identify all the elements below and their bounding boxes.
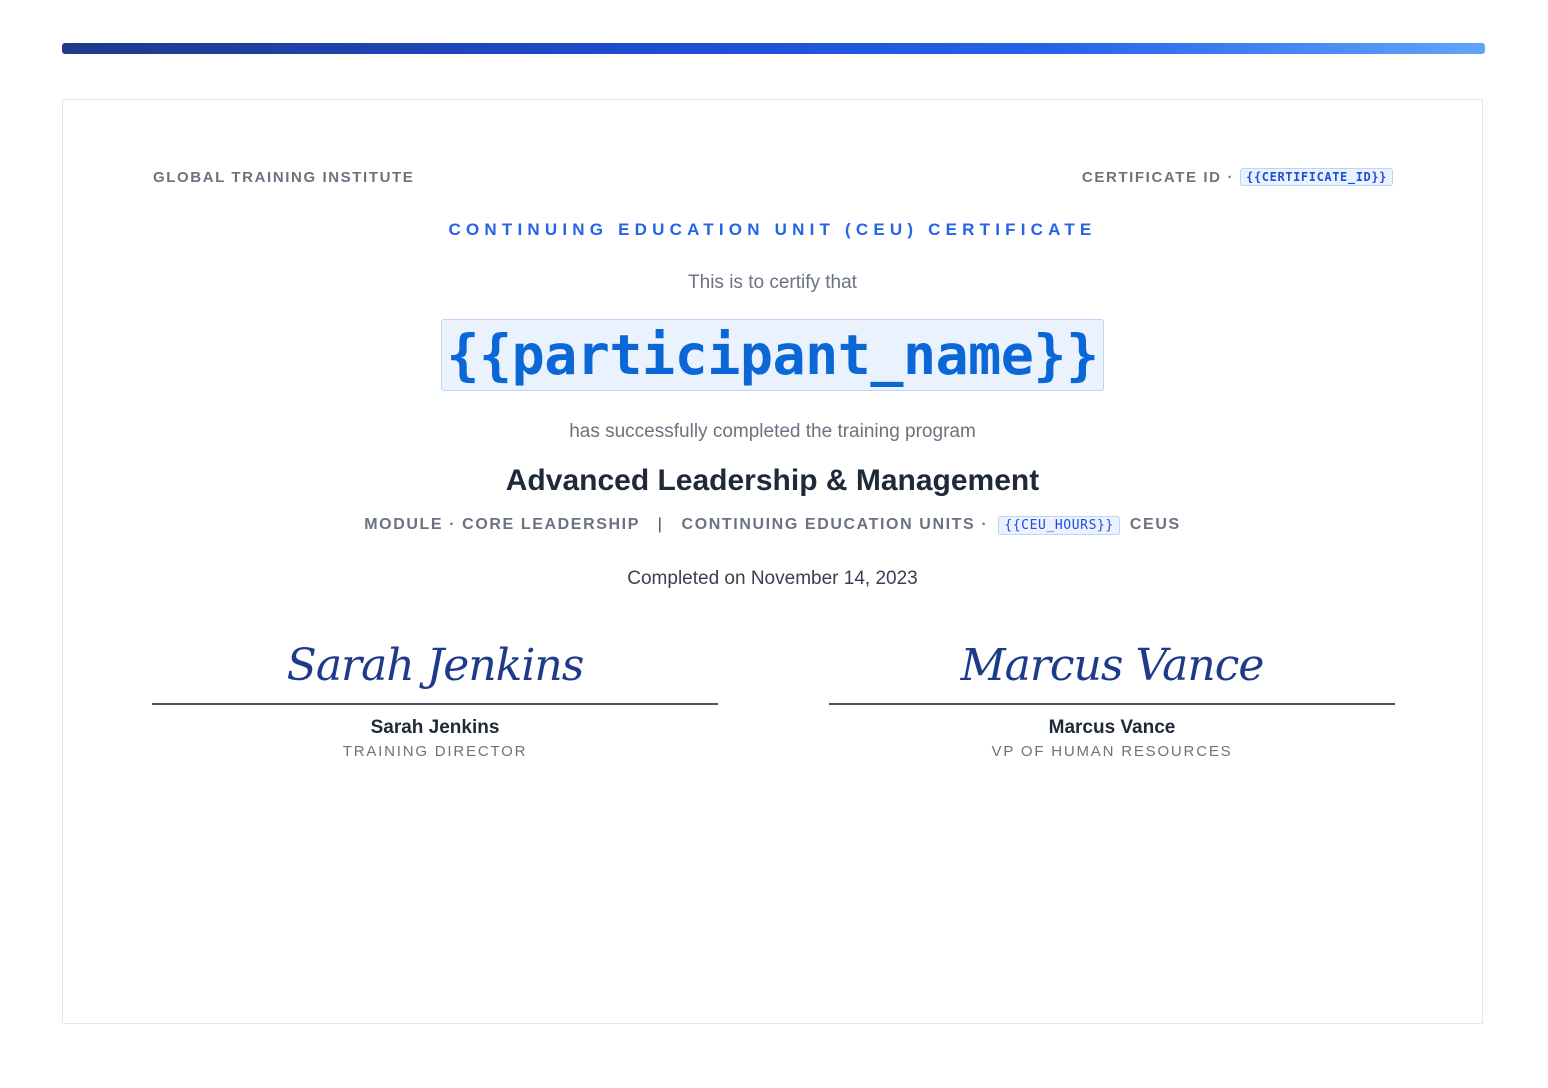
program-meta: MODULE · CORE LEADERSHIP | CONTINUING ED… <box>63 516 1482 535</box>
signer-role-right: VP OF HUMAN RESOURCES <box>991 743 1233 760</box>
participant-name-wrap: {{participant_name}} <box>63 319 1482 391</box>
signature-line-left <box>152 703 718 705</box>
certify-text: This is to certify that <box>688 272 857 293</box>
meta-divider: | <box>657 516 664 533</box>
certificate-id-token: {{CERTIFICATE_ID}} <box>1240 168 1393 186</box>
module-text: MODULE · CORE LEADERSHIP <box>364 516 640 533</box>
certificate-card: GLOBAL TRAINING INSTITUTE CERTIFICATE ID… <box>62 99 1483 1024</box>
ceu-label: CONTINUING EDUCATION UNITS · <box>681 516 989 533</box>
ceu-hours-token: {{CEU_HOURS}} <box>998 516 1120 535</box>
signature-image-right: Marcus Vance <box>960 640 1265 691</box>
certificate-header: GLOBAL TRAINING INSTITUTE CERTIFICATE ID… <box>153 166 1393 188</box>
signature-block-right: Marcus Vance Marcus Vance VP OF HUMAN RE… <box>829 630 1395 760</box>
institute-name: GLOBAL TRAINING INSTITUTE <box>153 168 415 186</box>
signature-block-left: Sarah Jenkins Sarah Jenkins TRAINING DIR… <box>152 630 718 760</box>
signature-image-left: Sarah Jenkins <box>286 640 585 691</box>
certificate-id: CERTIFICATE ID · {{CERTIFICATE_ID}} <box>1082 168 1393 186</box>
signature-line-right <box>829 703 1395 705</box>
completion-date: Completed on November 14, 2023 <box>627 568 918 589</box>
signer-role-left: TRAINING DIRECTOR <box>342 743 528 760</box>
ceu-suffix: CEUS <box>1129 516 1181 533</box>
participant-name-token: {{participant_name}} <box>441 319 1104 391</box>
signer-name-right: Marcus Vance <box>1048 717 1176 738</box>
certificate-type-title: CONTINUING EDUCATION UNIT (CEU) CERTIFIC… <box>448 220 1097 239</box>
top-accent-bar <box>62 43 1485 54</box>
program-title: Advanced Leadership & Management <box>505 464 1040 497</box>
certificate-id-separator: · <box>1227 168 1235 186</box>
signer-name-left: Sarah Jenkins <box>370 717 500 738</box>
completion-statement: has successfully completed the training … <box>569 421 976 442</box>
certificate-id-label: CERTIFICATE ID <box>1081 168 1222 186</box>
